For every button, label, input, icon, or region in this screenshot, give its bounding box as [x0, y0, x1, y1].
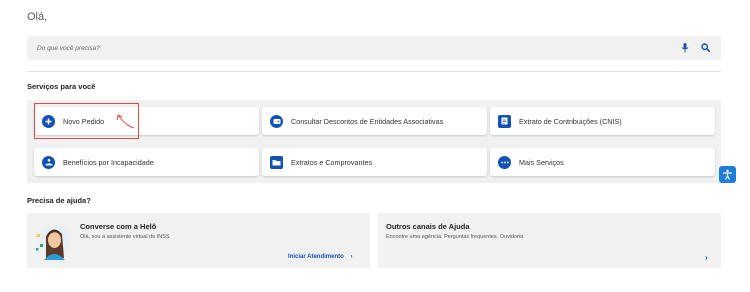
accessibility-button[interactable]	[719, 166, 736, 183]
chat-subtitle: Olá, sou a assistente virtual do INSS	[80, 234, 170, 240]
helo-avatar	[36, 225, 71, 260]
chevron-right-icon: ›	[350, 254, 353, 260]
service-extrato-cnis[interactable]: Extrato de Contribuições (CNIS)	[490, 107, 715, 135]
divider	[27, 71, 721, 72]
search-icon[interactable]	[701, 43, 710, 52]
service-label: Benefícios por Incapacidade	[63, 157, 154, 167]
annotation-arrow-icon	[116, 114, 135, 129]
service-mais-servicos[interactable]: Mais Serviços	[490, 148, 715, 176]
chat-title: Converse com a Helô	[80, 222, 157, 231]
folder-icon	[270, 155, 283, 169]
hand-care-icon	[42, 155, 55, 169]
greeting: Olá,	[27, 11, 48, 23]
service-label: Mais Serviços	[519, 157, 564, 167]
search-bar[interactable]	[27, 36, 721, 60]
other-channels-title: Outros canais de Ajuda	[386, 222, 470, 231]
service-extratos-comprovantes[interactable]: Extratos e Comprovantes	[262, 148, 487, 176]
search-input[interactable]	[37, 41, 597, 55]
other-channels-subtitle: Encontre uma agência. Perguntas frequent…	[386, 234, 524, 240]
more-icon	[498, 155, 511, 169]
services-title: Serviços para você	[27, 82, 96, 91]
service-label: Consultar Descontos de Entidades Associa…	[291, 116, 444, 126]
chevron-right-icon[interactable]: ›	[705, 253, 708, 262]
service-beneficios-incapacidade[interactable]: Benefícios por Incapacidade	[34, 148, 259, 176]
help-title: Precisa de ajuda?	[27, 196, 91, 205]
wallet-icon	[270, 114, 283, 128]
service-label: Extrato de Contribuições (CNIS)	[519, 116, 622, 126]
service-consultar-descontos[interactable]: Consultar Descontos de Entidades Associa…	[262, 107, 487, 135]
service-label: Extratos e Comprovantes	[291, 157, 373, 167]
microphone-icon[interactable]	[681, 43, 689, 53]
document-icon	[498, 114, 511, 128]
start-chat-link[interactable]: Iniciar Atendimento ›	[288, 254, 352, 260]
accessibility-icon	[723, 169, 732, 180]
start-chat-label: Iniciar Atendimento	[288, 254, 344, 260]
